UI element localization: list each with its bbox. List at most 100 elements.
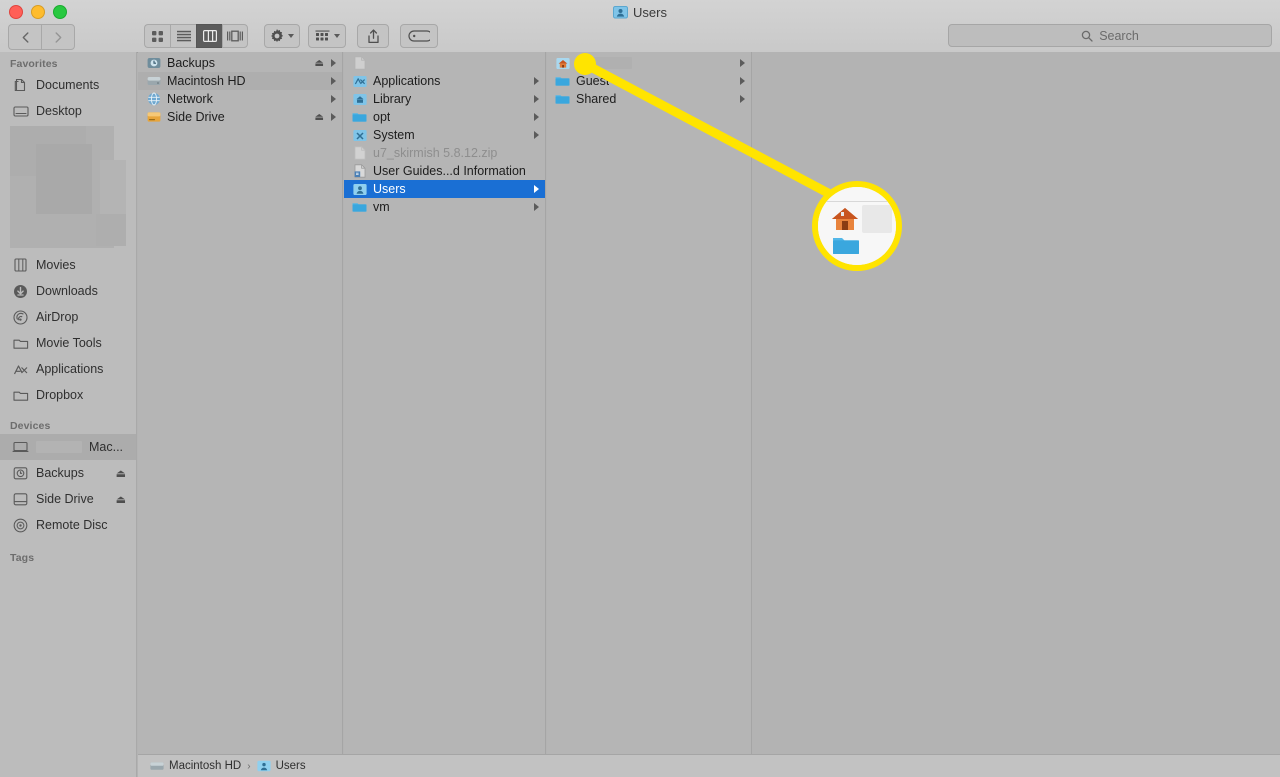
- column-item-vm[interactable]: vm: [344, 198, 545, 216]
- column-item-opt[interactable]: opt: [344, 108, 545, 126]
- breadcrumb-item-macintosh-hd[interactable]: Macintosh HD: [150, 760, 241, 772]
- pdf-file-icon: [352, 164, 367, 179]
- disclosure-arrow-icon: [534, 95, 539, 103]
- list-icon: [177, 30, 191, 42]
- zip-file-icon: [352, 146, 367, 161]
- column-item-zip[interactable]: u7_skirmish 5.8.12.zip: [344, 144, 545, 162]
- column-item-label: Applications: [373, 74, 440, 88]
- column-macintosh-hd[interactable]: Applications Library: [344, 52, 546, 754]
- column-item-home[interactable]: [547, 54, 751, 72]
- sidebar-item-airdrop[interactable]: AirDrop: [0, 304, 136, 330]
- disclosure-arrow-icon: [740, 95, 745, 103]
- column-item-guest[interactable]: Guest: [547, 72, 751, 90]
- column-view-button[interactable]: [196, 24, 222, 48]
- search-placeholder: Search: [1099, 29, 1139, 43]
- column-item-network[interactable]: Network: [138, 90, 342, 108]
- eject-icon[interactable]: ⏏: [116, 467, 126, 480]
- action-gear-menu[interactable]: [264, 24, 300, 48]
- sidebar-item-label: Side Drive: [36, 492, 94, 506]
- disclosure-arrow-icon: [331, 77, 336, 85]
- sidebar-redacted-region: [0, 124, 136, 252]
- tags-button[interactable]: [400, 24, 438, 48]
- network-globe-icon: [146, 92, 161, 107]
- eject-icon[interactable]: ⏏: [116, 493, 126, 506]
- search-icon: [1081, 30, 1093, 42]
- gallery-view-button[interactable]: [222, 24, 248, 48]
- disclosure-arrow-icon: [534, 77, 539, 85]
- sidebar-item-label: Movie Tools: [36, 336, 102, 350]
- column-item-backups[interactable]: Backups ⏏: [138, 54, 342, 72]
- column-item-system[interactable]: System: [344, 126, 545, 144]
- search-field[interactable]: Search: [948, 24, 1272, 47]
- desktop-icon: [12, 103, 29, 119]
- chevron-down-icon: [288, 34, 294, 38]
- movies-icon: [12, 257, 29, 273]
- group-icon: [315, 30, 330, 42]
- column-item-label: System: [373, 128, 415, 142]
- sidebar-item-movie-tools[interactable]: Movie Tools: [0, 330, 136, 356]
- magnifier-redacted-chip: [862, 205, 892, 233]
- disclosure-arrow-icon: [331, 113, 336, 121]
- column-item-label: Side Drive: [167, 110, 225, 124]
- back-button[interactable]: [8, 24, 41, 50]
- sidebar-item-side-drive[interactable]: Side Drive ⏏: [0, 486, 136, 512]
- folder-icon: [555, 74, 570, 89]
- column-item-macintosh-hd[interactable]: Macintosh HD: [138, 72, 342, 90]
- column-item-library[interactable]: Library: [344, 90, 545, 108]
- sidebar-item-applications[interactable]: Applications: [0, 356, 136, 382]
- sidebar-item-desktop[interactable]: Desktop: [0, 98, 136, 124]
- hard-disk-icon: [146, 74, 161, 89]
- home-folder-icon: [830, 205, 860, 233]
- optical-disc-icon: [12, 517, 29, 533]
- group-by-menu[interactable]: [308, 24, 346, 48]
- column-item-blank[interactable]: [344, 54, 545, 72]
- sidebar-item-dropbox[interactable]: Dropbox: [0, 382, 136, 408]
- eject-icon[interactable]: ⏏: [315, 112, 324, 123]
- column-item-label: Guest: [576, 74, 609, 88]
- timemachine-disk-icon: [12, 465, 29, 481]
- column-item-users[interactable]: Users: [344, 180, 545, 198]
- sidebar-item-documents[interactable]: Documents: [0, 72, 136, 98]
- share-icon: [367, 29, 380, 44]
- breadcrumb-label: Users: [276, 760, 306, 772]
- column-item-shared[interactable]: Shared: [547, 90, 751, 108]
- window-title: Users: [0, 2, 1280, 22]
- users-folder-icon: [352, 182, 367, 197]
- column-users[interactable]: Guest Shared: [547, 52, 752, 754]
- column-item-label: vm: [373, 200, 390, 214]
- column-item-user-guides[interactable]: User Guides...d Information: [344, 162, 545, 180]
- tag-icon: [408, 30, 430, 42]
- column-item-applications[interactable]: Applications: [344, 72, 545, 90]
- disclosure-arrow-icon: [331, 95, 336, 103]
- column-item-label: u7_skirmish 5.8.12.zip: [373, 146, 497, 160]
- sidebar-item-mac[interactable]: Mac...: [0, 434, 136, 460]
- column-item-label: User Guides...d Information: [373, 164, 526, 178]
- forward-button[interactable]: [41, 24, 75, 50]
- column-item-label: Network: [167, 92, 213, 106]
- column-item-side-drive[interactable]: Side Drive ⏏: [138, 108, 342, 126]
- column-volumes[interactable]: Backups ⏏ Macintosh HD: [138, 52, 343, 754]
- sidebar-section-tags-title: Tags: [0, 538, 136, 566]
- breadcrumb-item-users[interactable]: Users: [257, 760, 306, 772]
- view-mode-group: [144, 24, 248, 48]
- sidebar-item-label: Documents: [36, 78, 99, 92]
- folder-icon: [555, 92, 570, 107]
- column-preview-empty[interactable]: [753, 52, 1280, 754]
- eject-icon[interactable]: ⏏: [315, 58, 324, 69]
- sidebar-item-label: Desktop: [36, 104, 82, 118]
- airdrop-icon: [12, 309, 29, 325]
- list-view-button[interactable]: [170, 24, 196, 48]
- share-button[interactable]: [357, 24, 389, 48]
- sidebar-item-backups[interactable]: Backups ⏏: [0, 460, 136, 486]
- path-bar: Macintosh HD › Users: [138, 754, 1280, 777]
- sidebar-item-downloads[interactable]: Downloads: [0, 278, 136, 304]
- sidebar-item-movies[interactable]: Movies: [0, 252, 136, 278]
- sidebar-item-label: Downloads: [36, 284, 98, 298]
- icon-view-button[interactable]: [144, 24, 170, 48]
- columns-icon: [203, 30, 217, 42]
- disclosure-arrow-icon: [331, 59, 336, 67]
- sidebar-item-remote-disc[interactable]: Remote Disc: [0, 512, 136, 538]
- sidebar[interactable]: Favorites Documents Desktop: [0, 52, 137, 777]
- column-item-label: Users: [373, 182, 406, 196]
- column-item-label: Shared: [576, 92, 616, 106]
